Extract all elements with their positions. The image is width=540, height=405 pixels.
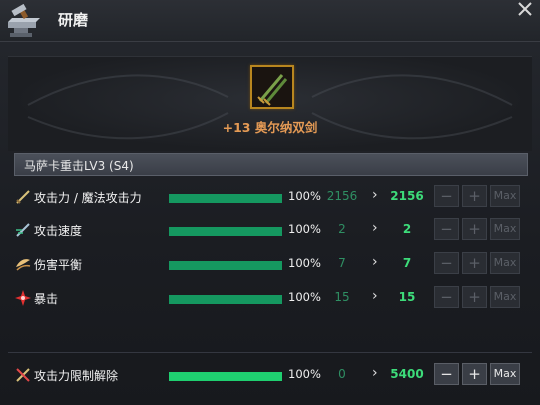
stat-row-attack: 攻击力 / 魔法攻击力 100% 2156 › 2156 − + Max (0, 184, 540, 212)
decrease-button[interactable]: − (434, 252, 459, 274)
dual-swords-icon (257, 74, 288, 106)
next-value: 2 (402, 222, 412, 236)
stat-label: 攻击力 / 魔法攻击力 (34, 191, 142, 205)
arrow-icon: › (372, 187, 378, 203)
decrease-button[interactable]: − (434, 185, 459, 207)
progress-bar (169, 295, 282, 304)
increase-button[interactable]: + (462, 363, 487, 385)
next-value: 5400 (390, 367, 424, 381)
item-slot[interactable] (250, 65, 294, 109)
increase-button[interactable]: + (462, 286, 487, 308)
max-button[interactable]: Max (490, 218, 520, 240)
stat-row-attack-speed: 攻击速度 100% 2 › 2 − + Max (0, 217, 540, 245)
item-name: +13 奥尔纳双剑 (222, 120, 318, 135)
percent-value: 100% (288, 290, 321, 304)
percent-value: 100% (288, 222, 321, 236)
current-value: 2 (338, 222, 346, 236)
stat-row-limit-break: 攻击力限制解除 100% 0 › 5400 − + Max (0, 362, 540, 390)
decrease-button[interactable]: − (434, 363, 459, 385)
progress-bar (169, 227, 282, 236)
next-value: 15 (398, 290, 416, 304)
progress-bar (169, 372, 282, 381)
percent-value: 100% (288, 256, 321, 270)
decrease-button[interactable]: − (434, 218, 459, 240)
next-value: 2156 (390, 189, 424, 203)
arrow-icon: › (372, 220, 378, 236)
stat-label: 伤害平衡 (34, 258, 83, 272)
current-value: 2156 (326, 189, 358, 203)
stat-row-damage-balance: 伤害平衡 100% 7 › 7 − + Max (0, 251, 540, 279)
arrow-icon: › (372, 288, 378, 304)
item-display-panel: +13 奥尔纳双剑 (8, 56, 532, 151)
current-value: 0 (338, 367, 346, 381)
increase-button[interactable]: + (462, 252, 487, 274)
max-button[interactable]: Max (490, 286, 520, 308)
max-button[interactable]: Max (490, 252, 520, 274)
close-button[interactable] (514, 0, 536, 20)
decrease-button[interactable]: − (434, 286, 459, 308)
window-title: 研磨 (58, 11, 89, 29)
stat-row-critical: 暴击 100% 15 › 15 − + Max (0, 285, 540, 313)
critical-burst-icon (14, 289, 32, 307)
max-button[interactable]: Max (490, 185, 520, 207)
anvil-hammer-icon (6, 3, 42, 38)
max-button[interactable]: Max (490, 363, 520, 385)
skill-section-label: 马萨卡重击LV3 (S4) (24, 159, 134, 173)
limit-break-icon (14, 366, 32, 384)
current-value: 15 (334, 290, 350, 304)
progress-bar (169, 261, 282, 270)
stat-label: 攻击速度 (34, 224, 83, 238)
speed-sword-icon (14, 221, 32, 239)
percent-value: 100% (288, 367, 321, 381)
upgrade-window: 研磨 +13 奥尔纳双剑 马萨卡重击LV3 (S4) 攻击力 / 魔法攻击力 1… (0, 0, 540, 405)
arrow-icon: › (372, 365, 378, 381)
increase-button[interactable]: + (462, 218, 487, 240)
stat-label: 暴击 (34, 292, 59, 306)
progress-bar (169, 194, 282, 203)
divider (8, 352, 532, 353)
skill-section-header: 马萨卡重击LV3 (S4) (14, 153, 528, 176)
percent-value: 100% (288, 189, 321, 203)
title-bar: 研磨 (0, 0, 540, 42)
increase-button[interactable]: + (462, 185, 487, 207)
arrow-icon: › (372, 254, 378, 270)
next-value: 7 (402, 256, 412, 270)
current-value: 7 (338, 256, 346, 270)
close-icon (518, 2, 532, 16)
stat-label: 攻击力限制解除 (34, 369, 119, 383)
wing-icon (14, 255, 32, 273)
sword-icon (14, 188, 32, 206)
